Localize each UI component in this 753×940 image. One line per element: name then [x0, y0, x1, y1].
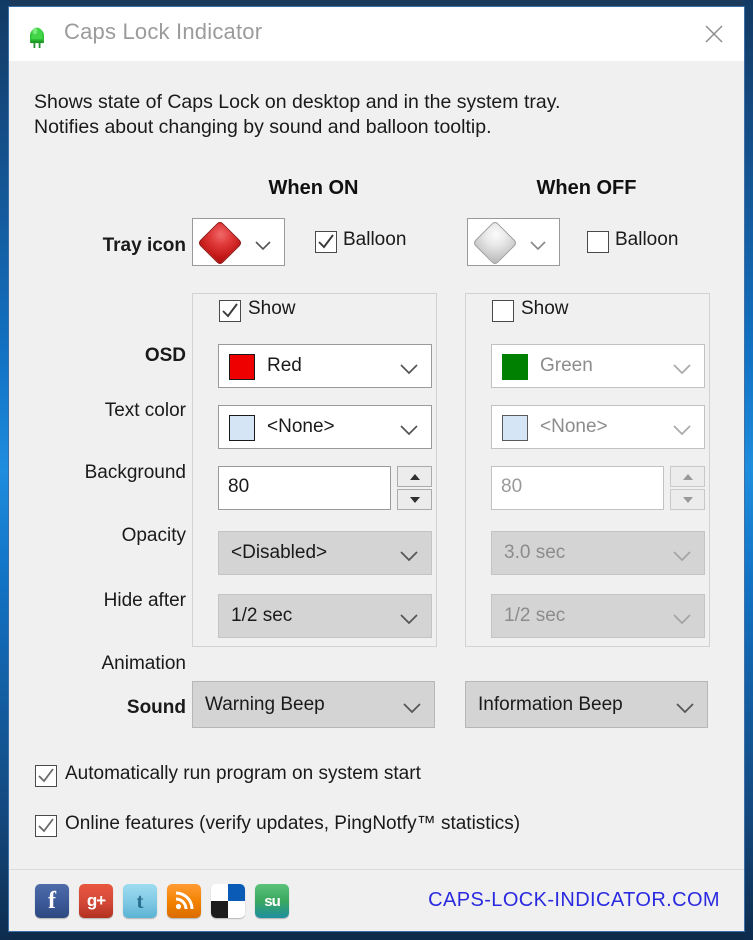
chevron-down-icon	[400, 362, 418, 380]
tray-icon-select-on[interactable]	[192, 218, 285, 266]
window-client-area: Caps Lock Indicator Shows state of Caps …	[8, 6, 745, 932]
spin-up-icon[interactable]	[670, 466, 705, 487]
label-balloon-off: Balloon	[615, 229, 679, 250]
chevron-down-icon	[676, 701, 694, 719]
chevron-down-icon	[400, 612, 418, 630]
footer-bar: f g+ t su CAPS-LOCK-INDICATOR.COM	[9, 869, 744, 931]
spin-down-icon[interactable]	[397, 489, 432, 510]
animation-select-off[interactable]: 1/2 sec	[491, 594, 705, 638]
chevron-down-icon	[673, 423, 691, 441]
checkbox-balloon-off[interactable]	[587, 231, 609, 253]
description-text: Shows state of Caps Lock on desktop and …	[34, 91, 561, 138]
text-color-select-off[interactable]: Green	[491, 344, 705, 388]
background-value-off: <None>	[540, 416, 608, 437]
text-color-value-off: Green	[540, 355, 593, 376]
column-header-on: When ON	[268, 177, 359, 199]
label-text-color: Text color	[104, 400, 186, 421]
opacity-spin-buttons-on	[397, 466, 432, 510]
hide-after-select-off[interactable]: 3.0 sec	[491, 531, 705, 575]
label-tray-icon: Tray icon	[102, 235, 186, 256]
spin-down-icon[interactable]	[670, 489, 705, 510]
text-color-select-on[interactable]: Red	[218, 344, 432, 388]
opacity-value-off: 80	[501, 476, 523, 497]
delicious-icon[interactable]	[211, 884, 245, 918]
label-sound: Sound	[126, 697, 186, 718]
label-show-on: Show	[248, 298, 296, 319]
red-diamond-icon	[197, 220, 243, 266]
opacity-input-off[interactable]: 80	[491, 466, 664, 510]
grey-diamond-icon	[472, 220, 518, 266]
label-balloon-on: Balloon	[343, 229, 407, 250]
checkbox-show-off[interactable]	[492, 300, 514, 322]
animation-value-off: 1/2 sec	[504, 605, 566, 626]
label-opacity: Opacity	[121, 525, 186, 546]
chevron-down-icon	[673, 362, 691, 380]
window-title: Caps Lock Indicator	[64, 19, 263, 44]
label-animation: Animation	[101, 653, 187, 674]
opacity-value-on: 80	[228, 476, 250, 497]
opacity-input-on[interactable]: 80	[218, 466, 391, 510]
animation-select-on[interactable]: 1/2 sec	[218, 594, 432, 638]
background-color-select-on[interactable]: <None>	[218, 405, 432, 449]
chevron-down-icon	[400, 423, 418, 441]
close-icon[interactable]	[684, 7, 744, 61]
hide-after-value-off: 3.0 sec	[504, 542, 566, 563]
color-swatch	[229, 415, 255, 441]
label-osd: OSD	[144, 345, 186, 366]
chevron-down-icon	[403, 701, 421, 719]
label-show-off: Show	[521, 298, 569, 319]
animation-value-on: 1/2 sec	[231, 605, 293, 626]
checkbox-autorun[interactable]	[35, 765, 57, 787]
checkbox-show-on[interactable]	[219, 300, 241, 322]
sound-value-off: Information Beep	[478, 693, 623, 715]
stumbleupon-icon[interactable]: su	[255, 884, 289, 918]
dialog-content: Shows state of Caps Lock on desktop and …	[9, 61, 744, 931]
website-link[interactable]: CAPS-LOCK-INDICATOR.COM	[428, 889, 720, 912]
label-background: Background	[84, 462, 186, 483]
sound-select-on[interactable]: Warning Beep	[192, 681, 435, 728]
chevron-down-icon	[530, 238, 546, 256]
label-online-features: Online features (verify updates, PingNot…	[65, 813, 521, 834]
checkbox-balloon-on[interactable]	[315, 231, 337, 253]
hide-after-select-on[interactable]: <Disabled>	[218, 531, 432, 575]
color-swatch	[502, 415, 528, 441]
twitter-icon[interactable]: t	[123, 884, 157, 918]
color-swatch	[502, 354, 528, 380]
background-value-on: <None>	[267, 416, 335, 437]
chevron-down-icon	[673, 612, 691, 630]
facebook-icon[interactable]: f	[35, 884, 69, 918]
led-bulb-icon	[22, 19, 52, 49]
label-autorun: Automatically run program on system star…	[65, 763, 421, 784]
checkbox-online-features[interactable]	[35, 815, 57, 837]
chevron-down-icon	[400, 549, 418, 567]
hide-after-value-on: <Disabled>	[231, 542, 328, 563]
background-color-select-off[interactable]: <None>	[491, 405, 705, 449]
chevron-down-icon	[255, 238, 271, 256]
title-bar: Caps Lock Indicator	[9, 7, 744, 61]
column-header-off: When OFF	[536, 177, 637, 199]
google-plus-icon[interactable]: g+	[79, 884, 113, 918]
spin-up-icon[interactable]	[397, 466, 432, 487]
sound-value-on: Warning Beep	[205, 693, 325, 715]
application-window: Caps Lock Indicator Shows state of Caps …	[0, 0, 753, 940]
label-hide-after: Hide after	[103, 590, 186, 611]
color-swatch	[229, 354, 255, 380]
chevron-down-icon	[673, 549, 691, 567]
rss-icon[interactable]	[167, 884, 201, 918]
sound-select-off[interactable]: Information Beep	[465, 681, 708, 728]
tray-icon-select-off[interactable]	[467, 218, 560, 266]
text-color-value-on: Red	[267, 355, 302, 376]
opacity-spin-buttons-off	[670, 466, 705, 510]
